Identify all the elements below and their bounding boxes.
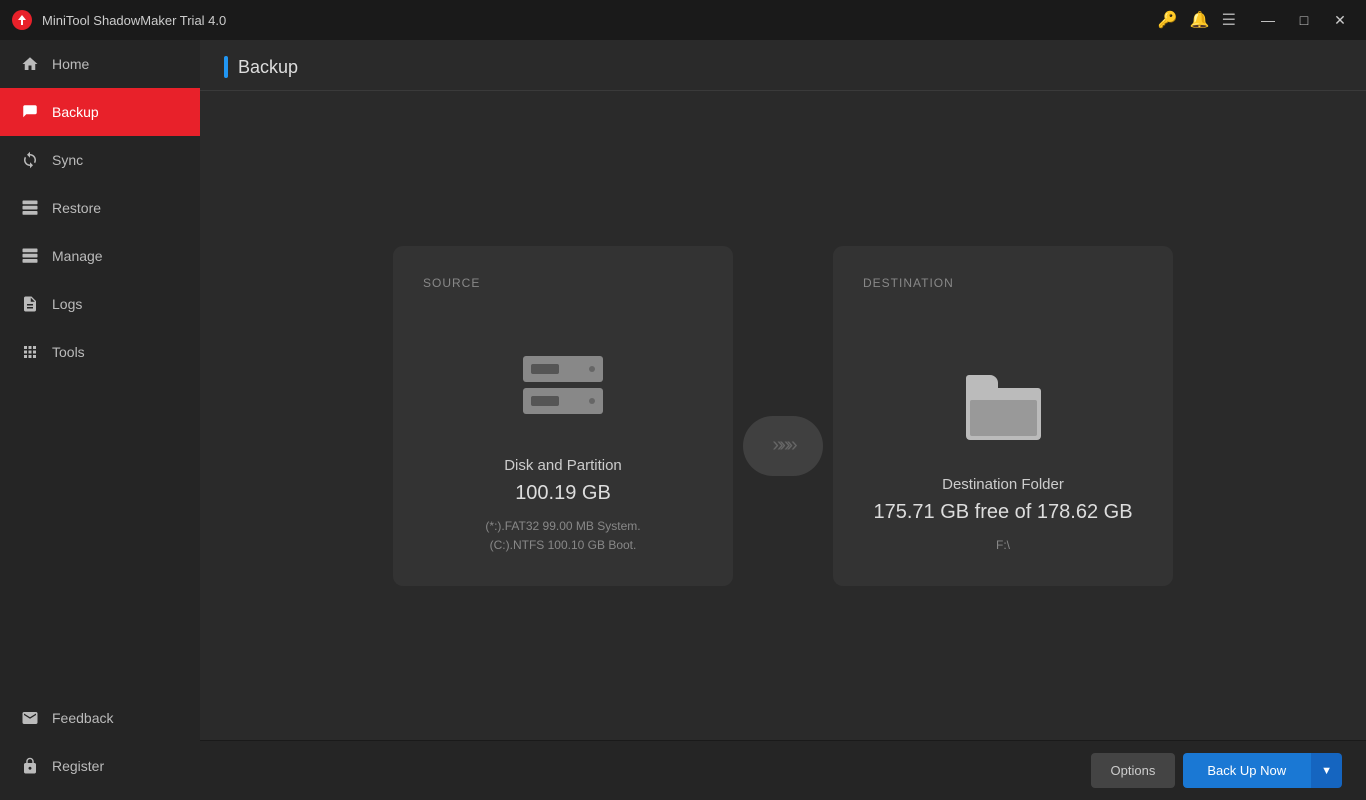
sidebar-item-sync[interactable]: Sync — [0, 136, 200, 184]
titlebar: MiniTool ShadowMaker Trial 4.0 🔑 🔔 ☰ — □… — [0, 0, 1366, 40]
sidebar: Home Backup Sync Restore Manage — [0, 40, 200, 800]
sidebar-item-backup[interactable]: Backup — [0, 88, 200, 136]
folder-icon — [966, 375, 1041, 440]
sidebar-item-manage[interactable]: Manage — [0, 232, 200, 280]
backup-now-button[interactable]: Back Up Now — [1183, 753, 1310, 788]
folder-inner — [970, 400, 1037, 436]
nav-spacer — [0, 376, 200, 694]
disk-slot-led-2 — [589, 398, 595, 404]
menu-icon[interactable]: ☰ — [1222, 10, 1236, 30]
page-title-container: Backup — [224, 56, 1342, 78]
destination-label: DESTINATION — [863, 276, 954, 290]
backup-now-container: Back Up Now ▼ — [1183, 753, 1342, 788]
disk-slot-led — [589, 366, 595, 372]
page-title: Backup — [238, 57, 298, 78]
sidebar-label-manage: Manage — [52, 248, 103, 264]
content-area: Backup SOURCE — [200, 40, 1366, 800]
destination-card[interactable]: DESTINATION Destination Folder 175.71 GB… — [833, 246, 1173, 586]
source-size: 100.19 GB — [515, 482, 611, 505]
feedback-icon — [20, 708, 40, 728]
page-header: Backup — [200, 40, 1366, 91]
nav-bottom: Feedback Register — [0, 694, 200, 800]
sidebar-label-logs: Logs — [52, 296, 82, 312]
tools-icon — [20, 342, 40, 362]
source-label: SOURCE — [423, 276, 480, 290]
logs-icon — [20, 294, 40, 314]
maximize-button[interactable]: □ — [1288, 6, 1320, 34]
app-title: MiniTool ShadowMaker Trial 4.0 — [42, 13, 1158, 28]
titlebar-icons: 🔑 🔔 ☰ — [1158, 10, 1236, 30]
sidebar-label-restore: Restore — [52, 200, 101, 216]
sidebar-item-feedback[interactable]: Feedback — [0, 694, 200, 742]
backup-now-dropdown-button[interactable]: ▼ — [1310, 753, 1342, 788]
home-icon — [20, 54, 40, 74]
sync-icon — [20, 150, 40, 170]
register-icon — [20, 756, 40, 776]
sidebar-item-register[interactable]: Register — [0, 742, 200, 790]
source-main-text: Disk and Partition — [504, 457, 622, 474]
destination-icon-area — [966, 375, 1041, 460]
app-logo — [10, 8, 34, 32]
source-icon-area — [523, 356, 603, 441]
sidebar-item-logs[interactable]: Logs — [0, 280, 200, 328]
restore-icon — [20, 198, 40, 218]
sidebar-label-home: Home — [52, 56, 89, 72]
destination-path: F:\ — [996, 536, 1010, 555]
minimize-button[interactable]: — — [1252, 6, 1284, 34]
sidebar-item-restore[interactable]: Restore — [0, 184, 200, 232]
destination-main-text: Destination Folder — [942, 476, 1064, 493]
disk-slot-hole — [531, 364, 559, 374]
folder-body — [966, 388, 1041, 440]
page-title-bar — [224, 56, 228, 78]
backup-area: SOURCE Disk and Partition 100. — [200, 91, 1366, 740]
sidebar-label-tools: Tools — [52, 344, 85, 360]
disk-slot-hole-2 — [531, 396, 559, 406]
destination-free-space: 175.71 GB free of 178.62 GB — [873, 501, 1132, 524]
main-layout: Home Backup Sync Restore Manage — [0, 40, 1366, 800]
sidebar-label-sync: Sync — [52, 152, 83, 168]
disk-slot-top — [523, 356, 603, 382]
sidebar-item-tools[interactable]: Tools — [0, 328, 200, 376]
disk-slot-bottom — [523, 388, 603, 414]
source-detail: (*:).FAT32 99.00 MB System. (C:).NTFS 10… — [485, 517, 640, 555]
disk-icon — [523, 356, 603, 421]
sidebar-label-feedback: Feedback — [52, 710, 113, 726]
footer: Options Back Up Now ▼ — [200, 740, 1366, 800]
source-card[interactable]: SOURCE Disk and Partition 100. — [393, 246, 733, 586]
backup-icon — [20, 102, 40, 122]
sidebar-label-register: Register — [52, 758, 104, 774]
sidebar-label-backup: Backup — [52, 104, 99, 120]
key-icon[interactable]: 🔑 — [1158, 10, 1178, 30]
arrow-chevrons-icon: »»» — [772, 434, 793, 457]
bell-icon[interactable]: 🔔 — [1190, 10, 1210, 30]
options-button[interactable]: Options — [1091, 753, 1176, 788]
manage-icon — [20, 246, 40, 266]
close-button[interactable]: ✕ — [1324, 6, 1356, 34]
window-controls: — □ ✕ — [1252, 6, 1356, 34]
sidebar-item-home[interactable]: Home — [0, 40, 200, 88]
arrow-connector: »»» — [743, 416, 823, 476]
